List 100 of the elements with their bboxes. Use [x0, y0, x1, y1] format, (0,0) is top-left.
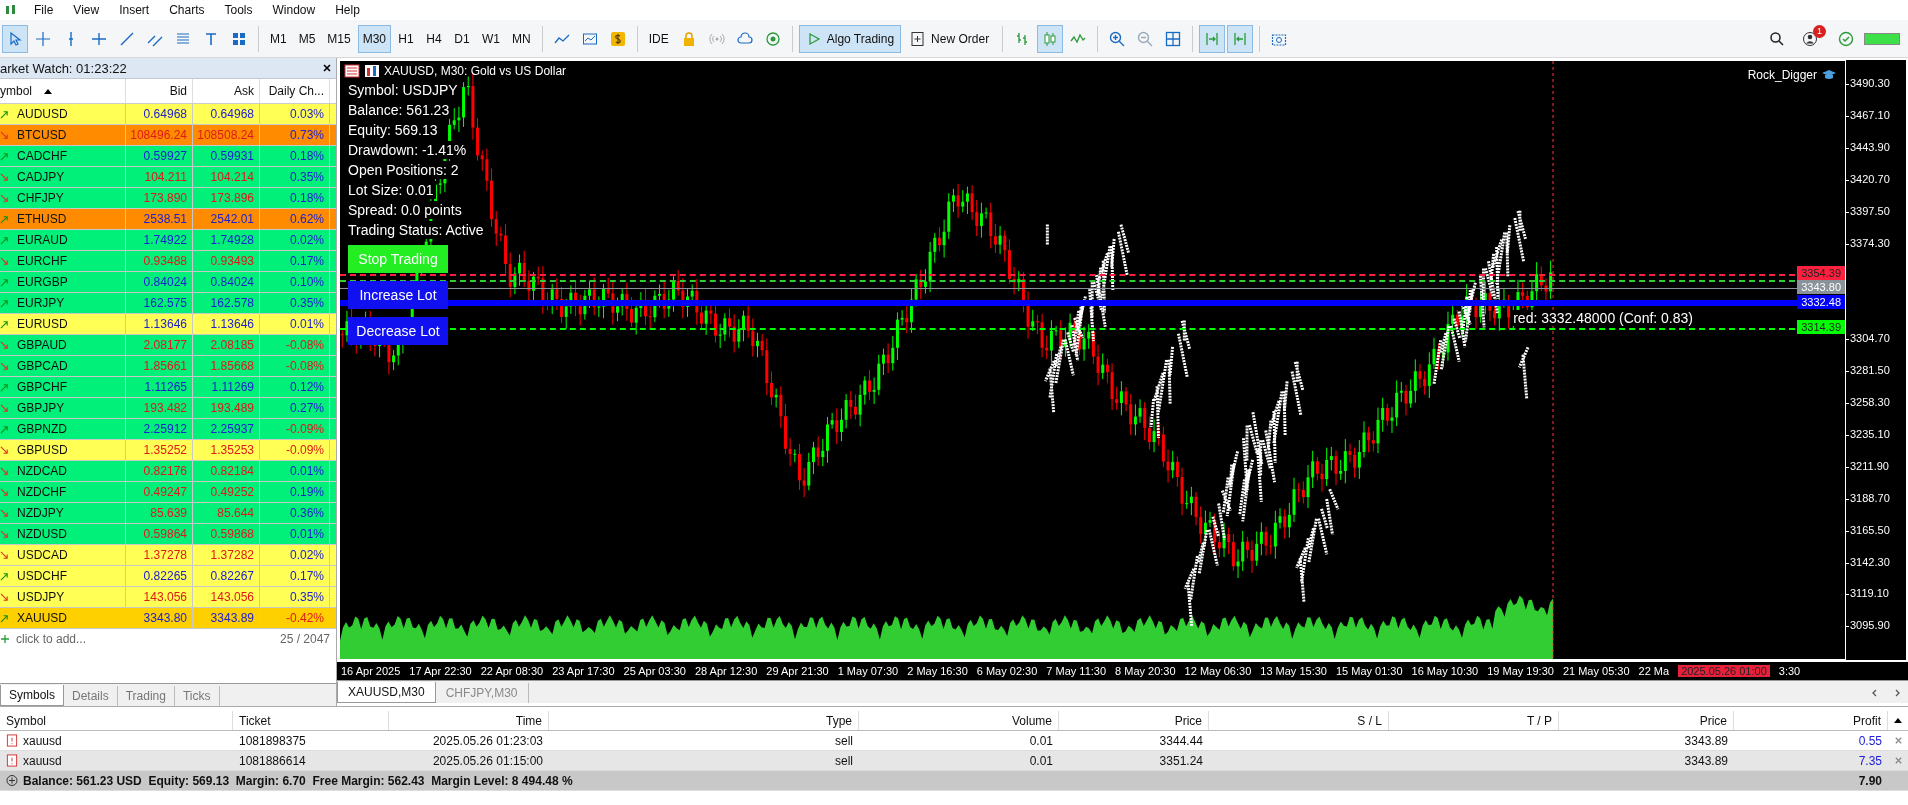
menu-item[interactable]: Insert [109, 3, 160, 17]
table-cell-text: 0.01 [1028, 753, 1054, 768]
column-header[interactable]: Daily Ch... [260, 79, 330, 103]
column-header[interactable]: Type [549, 711, 859, 730]
time-axis-label: 3:30 [1778, 665, 1801, 677]
timeframe-button[interactable]: D1 [449, 24, 476, 53]
timeframe-button[interactable]: M15 [322, 24, 356, 53]
symbol-row[interactable]: CHFJPY 173.890 173.896 0.18% [0, 188, 336, 209]
symbol-row[interactable]: NZDJPY 85.639 85.644 0.36% [0, 503, 336, 524]
symbol-row[interactable]: BTCUSD 108496.24 108508.24 0.73% [0, 125, 336, 146]
symbol-row[interactable]: GBPCAD 1.85661 1.85668 -0.08% [0, 356, 336, 377]
bid-price: 1.74922 [126, 230, 193, 250]
symbol-row[interactable]: AUDUSD 0.64968 0.64968 0.03% [0, 104, 336, 125]
bid-price: 0.82265 [126, 566, 193, 586]
table-cell-text: 3344.44 [1158, 733, 1204, 748]
timeframe-button[interactable]: W1 [477, 24, 506, 53]
column-header[interactable]: S / L [1209, 711, 1389, 730]
column-header[interactable]: Ticket [233, 711, 389, 730]
fibo-icon [175, 30, 191, 47]
time-axis-label: 15 May 01:30 [1335, 665, 1403, 677]
shapes-icon [231, 30, 247, 47]
new-order-button[interactable]: New Order [903, 24, 997, 53]
time-axis-label: 23 Apr 17:30 [552, 665, 615, 677]
column-header[interactable]: Price [1559, 711, 1734, 730]
candles-icon [1042, 30, 1059, 47]
time-axis-label: 1 May 07:30 [837, 665, 899, 677]
daily-change: 0.35% [260, 587, 330, 607]
timeframe-button[interactable]: M5 [293, 24, 321, 53]
notification-badge: 1 [1813, 24, 1826, 38]
trade-row[interactable]: xauusd 1081886614 2025.05.26 01:15:00 sell 0.01 3351.24 3343.89 7.35 [0, 751, 1908, 771]
total-profit: 7.90 [1857, 773, 1883, 788]
bid-price: 1.35252 [126, 440, 193, 460]
chart-tab[interactable]: XAUUSD,M30 [337, 682, 436, 703]
symbol-row[interactable]: GBPUSD 1.35252 1.35253 -0.09% [0, 440, 336, 461]
daily-change: 0.62% [260, 209, 330, 229]
menu-item[interactable]: Help [325, 3, 370, 17]
column-header[interactable]: ymbol [0, 79, 126, 103]
user-icon[interactable] [1802, 30, 1818, 47]
info-text: Open Positions: 2 [348, 161, 461, 179]
column-header[interactable]: Time [389, 711, 549, 730]
column-header[interactable]: Bid [126, 79, 193, 103]
symbol-row[interactable]: EURUSD 1.13646 1.13646 0.01% [0, 314, 336, 335]
symbol-row[interactable]: EURAUD 1.74922 1.74928 0.02% [0, 230, 336, 251]
timeframe-button[interactable]: H1 [393, 24, 420, 53]
column-header[interactable]: Ask [193, 79, 260, 103]
symbol-row[interactable]: EURGBP 0.84024 0.84024 0.10% [0, 272, 336, 293]
symbol-row[interactable]: NZDCAD 0.82176 0.82184 0.01% [0, 461, 336, 482]
ide-button[interactable]: IDE [643, 24, 674, 53]
algo-trading-button[interactable]: Algo Trading [798, 24, 902, 53]
autoscroll-icon[interactable] [1199, 24, 1226, 53]
shift-arrows-icon [1232, 30, 1249, 47]
symbol-row[interactable]: GBPNZD 2.25912 2.25937 -0.09% [0, 419, 336, 440]
close-position-icon[interactable] [1893, 756, 1903, 765]
symbol-row[interactable]: GBPCHF 1.11265 1.11269 0.12% [0, 377, 336, 398]
ask-price: 1.13646 [193, 314, 260, 334]
symbol-row[interactable]: GBPAUD 2.08177 2.08185 -0.08% [0, 335, 336, 356]
symbol-row[interactable]: CADJPY 104.211 104.214 0.35% [0, 167, 336, 188]
symbol-row[interactable]: NZDUSD 0.59864 0.59868 0.01% [0, 524, 336, 545]
menu-item[interactable]: Window [262, 3, 326, 17]
symbol-row[interactable]: USDCAD 1.37278 1.37282 0.02% [0, 545, 336, 566]
close-icon[interactable] [322, 63, 332, 73]
add-symbol-link[interactable]: click to add... [16, 632, 87, 646]
shift-icon[interactable] [1227, 24, 1254, 53]
daily-change: 0.35% [260, 293, 330, 313]
column-header[interactable]: Symbol [0, 711, 233, 730]
timeframe-button[interactable]: MN [507, 24, 536, 53]
timeframe-button[interactable]: H4 [421, 24, 448, 53]
symbol-row[interactable]: EURJPY 162.575 162.578 0.35% [0, 293, 336, 314]
symbol-row[interactable]: EURCHF 0.93488 0.93493 0.17% [0, 251, 336, 272]
table-cell-text: sell [834, 753, 854, 768]
time-axis-label: 16 Apr 2025 [341, 665, 401, 677]
timeframe-button[interactable]: M1 [265, 24, 292, 53]
column-header[interactable]: Profit [1734, 711, 1888, 730]
menu-item[interactable]: View [63, 3, 110, 17]
ask-price: 162.578 [193, 293, 260, 313]
timeframe-button[interactable]: M30 [357, 24, 392, 53]
cursor-tool-button[interactable] [2, 24, 28, 53]
panel-tab[interactable]: Symbols [0, 685, 64, 706]
ask-price: 2542.01 [193, 209, 260, 229]
symbol-row[interactable]: XAUUSD 3343.80 3343.89 -0.42% [0, 608, 336, 629]
menu-item[interactable]: Tools [214, 3, 263, 17]
column-header[interactable]: Price [1059, 711, 1209, 730]
chart-action-button[interactable]: Decrease Lot [348, 317, 448, 345]
symbol-row[interactable]: NZDCHF 0.49247 0.49252 0.19% [0, 482, 336, 503]
chart-action-button[interactable]: Increase Lot [348, 281, 448, 309]
symbol-name: USDCAD [17, 548, 68, 562]
column-header[interactable]: Volume [859, 711, 1059, 730]
symbol-row[interactable]: ETHUSD 2538.51 2542.01 0.62% [0, 209, 336, 230]
symbol-name: EURGBP [17, 275, 68, 289]
menu-item[interactable]: Charts [159, 3, 215, 17]
candles-chart-icon[interactable] [1037, 24, 1064, 53]
daily-change: 0.35% [260, 167, 330, 187]
symbol-row[interactable]: USDJPY 143.056 143.056 0.35% [0, 587, 336, 608]
symbol-row[interactable]: CADCHF 0.59927 0.59931 0.18% [0, 146, 336, 167]
symbol-row[interactable]: GBPJPY 193.482 193.489 0.27% [0, 398, 336, 419]
close-position-icon[interactable] [1893, 736, 1903, 745]
info-text: Equity: 569.13 [348, 121, 440, 139]
menu-item[interactable]: File [24, 3, 64, 17]
symbol-row[interactable]: USDCHF 0.82265 0.82267 0.17% [0, 566, 336, 587]
column-header[interactable]: T / P [1389, 711, 1559, 730]
